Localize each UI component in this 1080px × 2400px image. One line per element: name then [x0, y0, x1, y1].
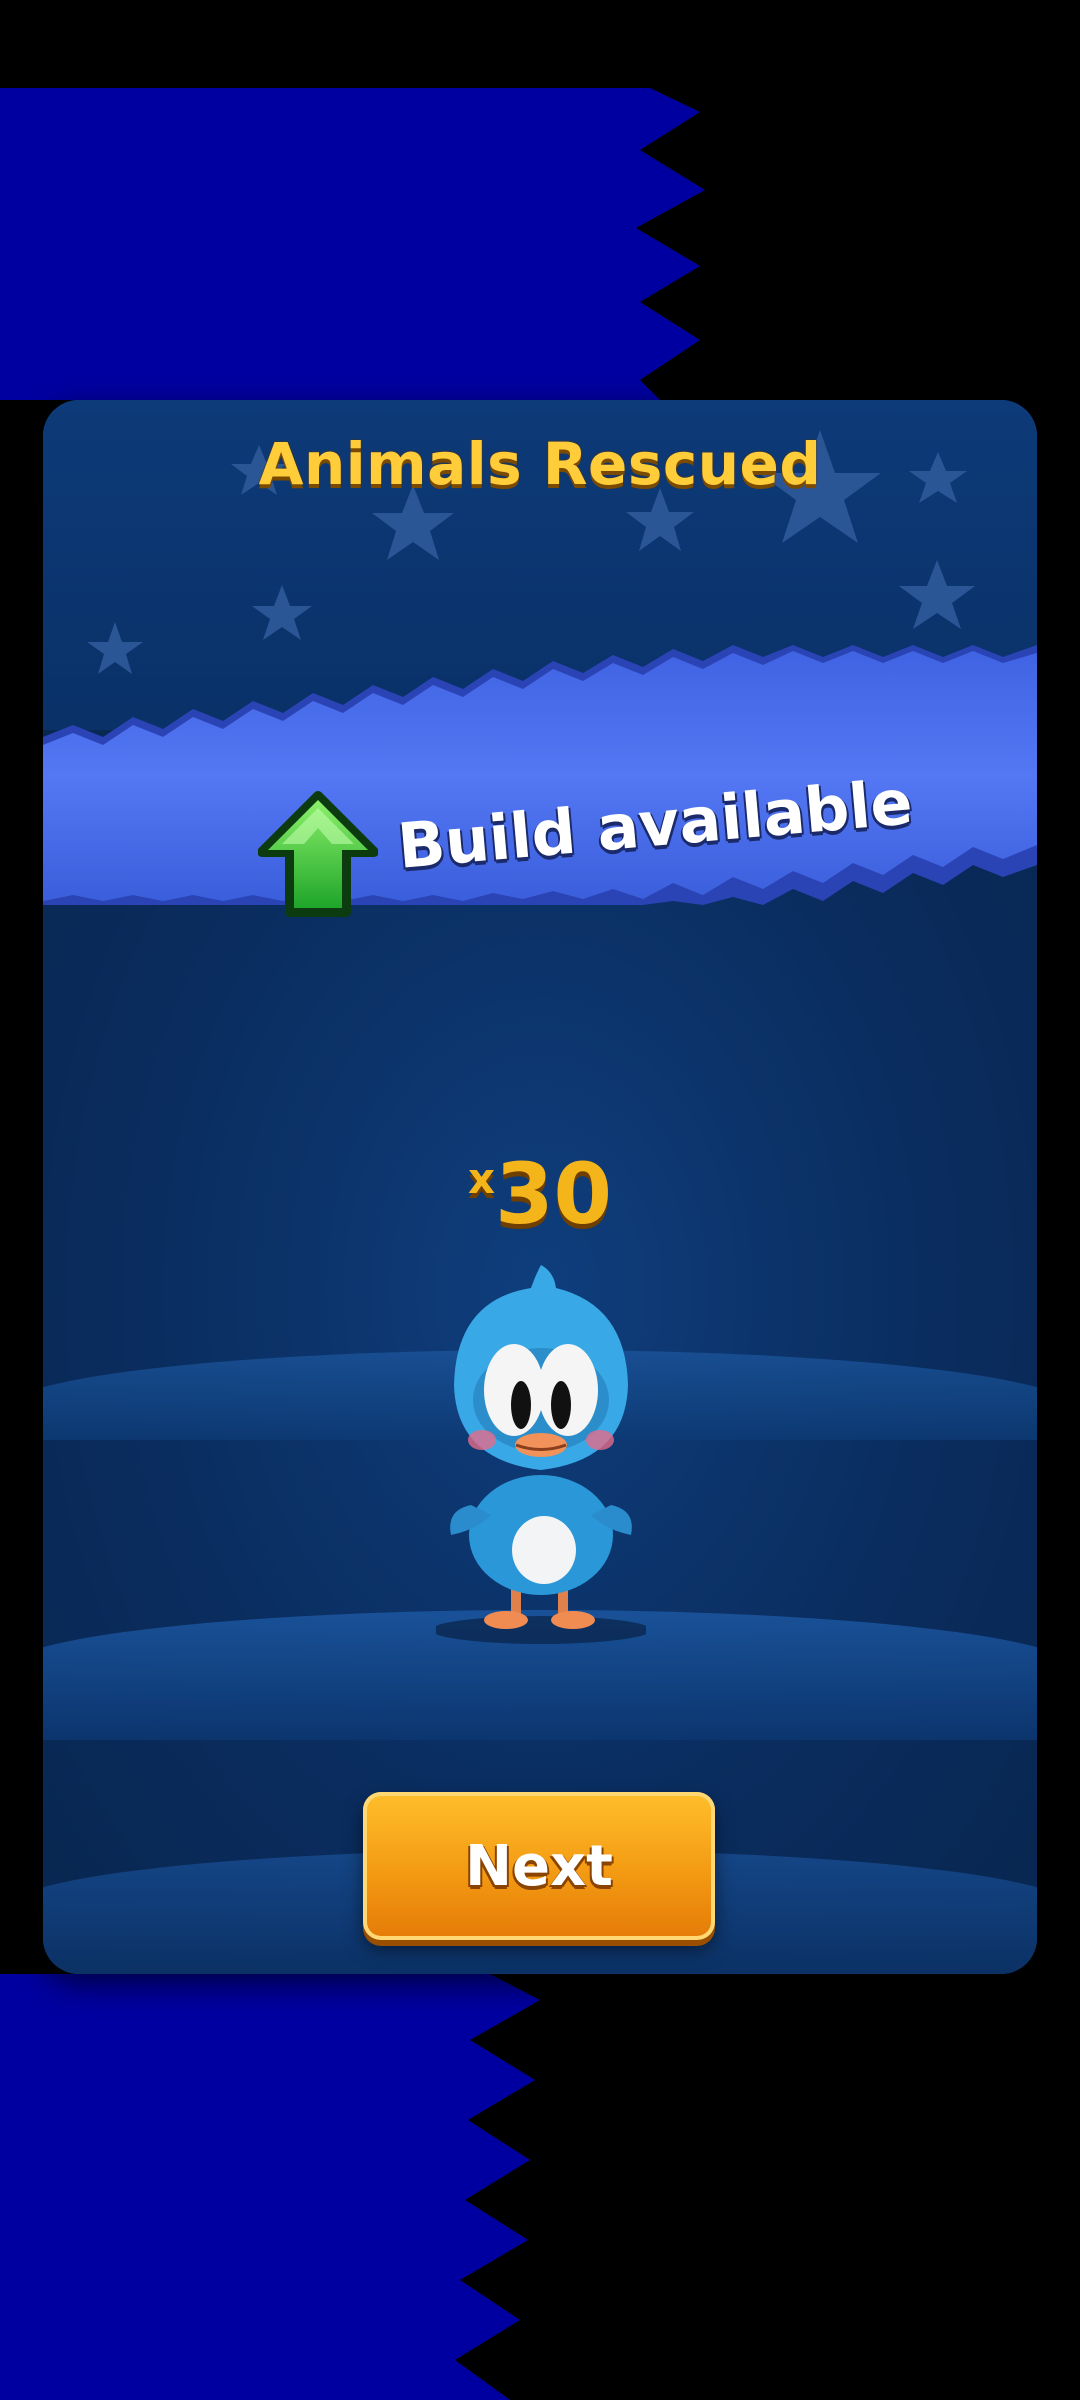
build-available-banner: Build available — [43, 765, 1037, 940]
next-button-label: Next — [465, 1833, 613, 1899]
count-prefix: x — [468, 1154, 496, 1203]
next-button[interactable]: Next — [363, 1792, 715, 1940]
star-icon — [899, 560, 975, 629]
background-top-blue — [0, 88, 705, 400]
count-value: 30 — [495, 1145, 612, 1243]
blue-bird — [436, 1265, 646, 1644]
dialog-title: Animals Rescued — [258, 430, 822, 498]
build-available-label: Build available — [394, 765, 916, 883]
rescued-count: x30 — [43, 1145, 1037, 1243]
background-bottom-blue — [0, 1974, 540, 2400]
game-screen: Animals Rescued Build available x30 Next — [0, 0, 1080, 2400]
rescue-dialog: Animals Rescued Build available x30 Next — [43, 400, 1037, 1974]
star-icon — [252, 585, 312, 640]
green-up-arrow-icon — [258, 791, 378, 917]
